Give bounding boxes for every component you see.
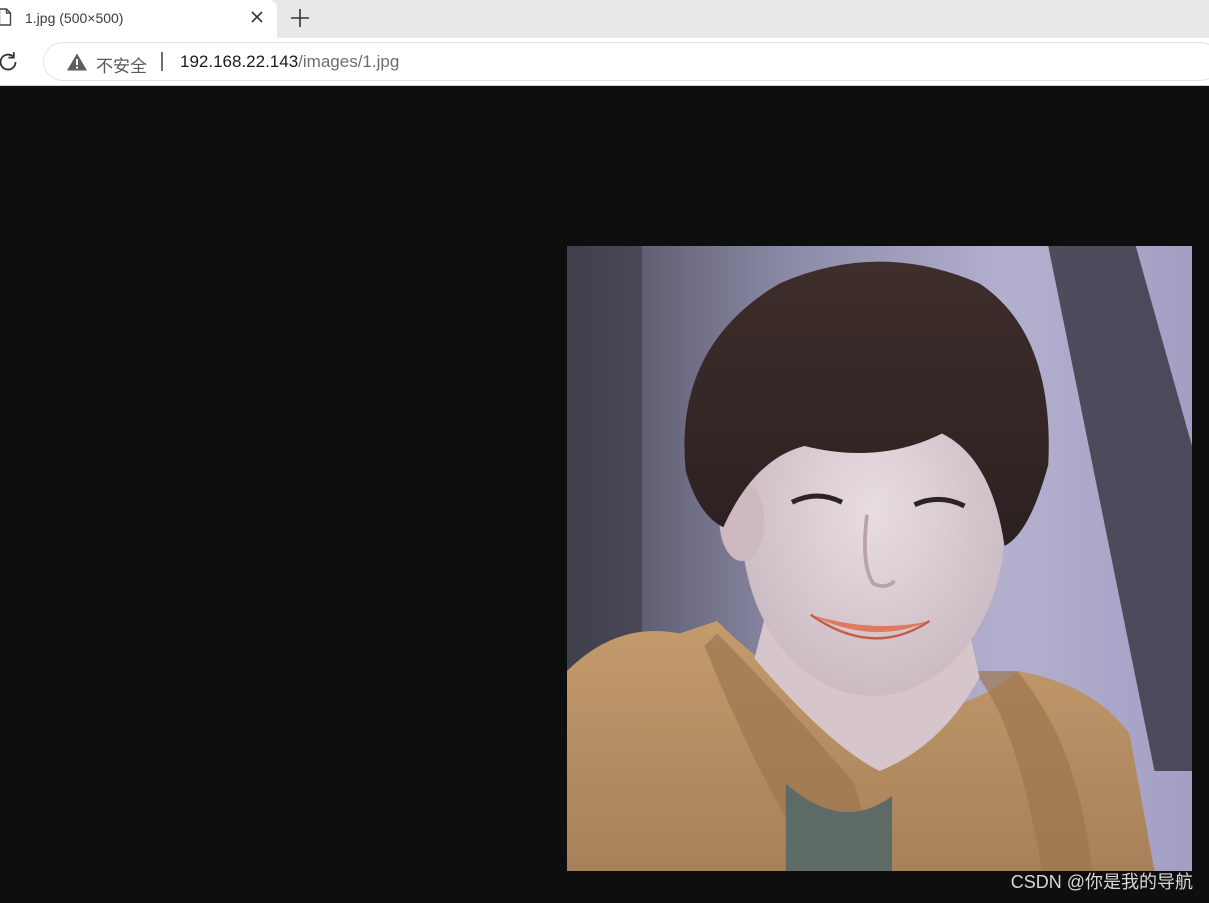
portrait-photo[interactable] <box>567 246 1192 871</box>
close-icon[interactable] <box>246 6 268 28</box>
plus-icon <box>291 9 309 27</box>
tab-title: 1.jpg (500×500) <box>25 10 124 26</box>
reload-icon[interactable] <box>0 50 20 74</box>
image-viewer: CSDN @你是我的导航 <box>0 87 1209 903</box>
warning-icon[interactable] <box>66 52 88 72</box>
tab-strip: 1.jpg (500×500) <box>0 0 1209 38</box>
omnibox-divider <box>161 52 163 71</box>
tab-image[interactable]: 1.jpg (500×500) <box>0 0 277 38</box>
security-label[interactable]: 不安全 <box>96 52 147 77</box>
address-bar[interactable]: 不安全 192.168.22.143/images/1.jpg <box>44 43 1209 80</box>
new-tab-button[interactable] <box>287 5 313 31</box>
url-text[interactable]: 192.168.22.143/images/1.jpg <box>180 52 399 72</box>
browser-toolbar: 不安全 192.168.22.143/images/1.jpg <box>0 38 1209 86</box>
watermark: CSDN @你是我的导航 <box>1010 872 1193 892</box>
url-host: 192.168.22.143 <box>180 52 299 71</box>
url-path: /images/1.jpg <box>298 52 400 71</box>
file-icon <box>0 8 12 26</box>
